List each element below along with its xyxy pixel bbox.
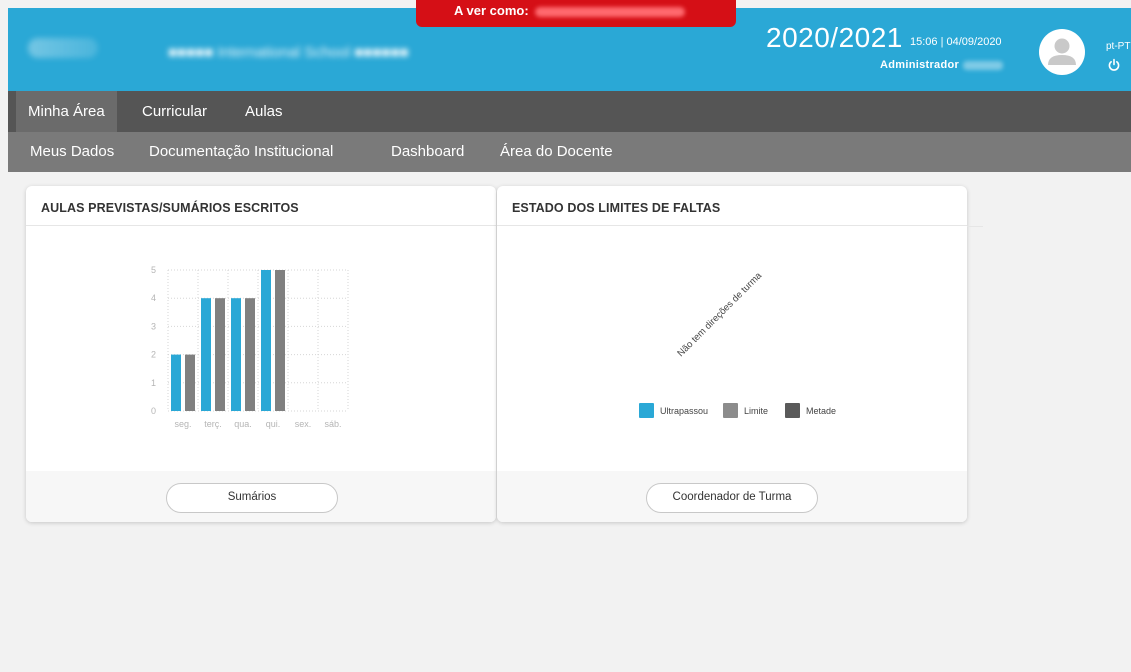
user-silhouette-icon xyxy=(1048,38,1076,65)
nav-tab-aulas[interactable]: Aulas xyxy=(233,91,295,132)
user-role-label: Administrador xyxy=(880,59,960,71)
viewing-as-label: A ver como: xyxy=(454,3,529,18)
coordenador-de-turma-button[interactable]: Coordenador de Turma xyxy=(646,483,818,513)
subnav-documentacao-institucional[interactable]: Documentação Institucional xyxy=(149,132,333,172)
current-datetime: 15:06 | 04/09/2020 xyxy=(910,36,1002,48)
school-logo[interactable] xyxy=(28,38,98,58)
legend-swatch-metade xyxy=(785,403,800,418)
no-class-directions-message: Não tem direções de turma xyxy=(675,270,764,359)
legend-label-ultrapassou: Ultrapassou xyxy=(660,406,708,416)
absences-card: ESTADO DOS LIMITES DE FALTAS Não tem dir… xyxy=(497,186,967,522)
y-tick-label: 0 xyxy=(151,406,156,416)
legend-swatch-ultrapassou xyxy=(639,403,654,418)
absences-card-title: ESTADO DOS LIMITES DE FALTAS xyxy=(497,186,967,226)
legend-swatch-limite xyxy=(723,403,738,418)
subnav-dashboard[interactable]: Dashboard xyxy=(391,132,464,172)
user-role: Administrador xyxy=(880,59,1004,71)
school-name-redacted: ■■■■■ International School ■■■■■■ xyxy=(168,44,409,61)
bar-qua-0[interactable] xyxy=(231,298,241,411)
avatar[interactable] xyxy=(1039,29,1085,75)
x-tick-label: seg. xyxy=(174,419,191,429)
y-tick-label: 3 xyxy=(151,321,156,331)
primary-nav: Minha Área Curricular Aulas xyxy=(8,91,1131,132)
viewing-as-banner[interactable]: A ver como: xyxy=(416,0,736,27)
lessons-card: AULAS PREVISTAS/SUMÁRIOS ESCRITOS 0 1 2 3 4 5… xyxy=(26,186,496,522)
nav-tab-minha-area[interactable]: Minha Área xyxy=(16,91,117,132)
x-tick-label: terç. xyxy=(204,419,222,429)
lessons-card-footer: Sumários xyxy=(26,471,496,522)
absences-chart: Não tem direções de turma Ultrapassou Lim… xyxy=(639,270,836,418)
bar-qui-1[interactable] xyxy=(275,270,285,411)
y-tick-label: 5 xyxy=(151,265,156,275)
viewing-as-user-redacted xyxy=(534,6,685,17)
bar-seg-0[interactable] xyxy=(171,354,181,411)
x-tick-label: qui. xyxy=(266,419,281,429)
absences-card-footer: Coordenador de Turma xyxy=(497,471,967,522)
language-selector[interactable]: pt-PT xyxy=(1106,41,1130,52)
y-tick-label: 2 xyxy=(151,350,156,360)
y-tick-label: 1 xyxy=(151,378,156,388)
x-tick-label: sáb. xyxy=(324,419,341,429)
legend-label-limite: Limite xyxy=(744,406,768,416)
nav-tab-curricular[interactable]: Curricular xyxy=(130,91,219,132)
legend-label-metade: Metade xyxy=(806,406,836,416)
bar-seg-1[interactable] xyxy=(185,354,195,411)
power-icon[interactable] xyxy=(1107,58,1121,72)
secondary-nav: Meus Dados Documentação Institucional Da… xyxy=(8,132,1131,172)
bar-qui-0[interactable] xyxy=(261,270,271,411)
subnav-area-do-docente[interactable]: Área do Docente xyxy=(500,132,613,172)
lessons-card-title: AULAS PREVISTAS/SUMÁRIOS ESCRITOS xyxy=(26,186,496,226)
x-tick-label: sex. xyxy=(295,419,312,429)
user-name-redacted xyxy=(963,60,1004,70)
school-year[interactable]: 2020/2021 xyxy=(766,22,903,54)
sumarios-button[interactable]: Sumários xyxy=(166,483,338,513)
card-divider xyxy=(967,226,983,227)
bar-terç-1[interactable] xyxy=(215,298,225,411)
bar-terç-0[interactable] xyxy=(201,298,211,411)
lessons-bar-chart: 0 1 2 3 4 5 seg. terç. qua. qui. sex. sáb. xyxy=(151,265,349,429)
bar-qua-1[interactable] xyxy=(245,298,255,411)
x-tick-label: qua. xyxy=(234,419,252,429)
y-tick-label: 4 xyxy=(151,293,156,303)
subnav-meus-dados[interactable]: Meus Dados xyxy=(30,132,114,172)
